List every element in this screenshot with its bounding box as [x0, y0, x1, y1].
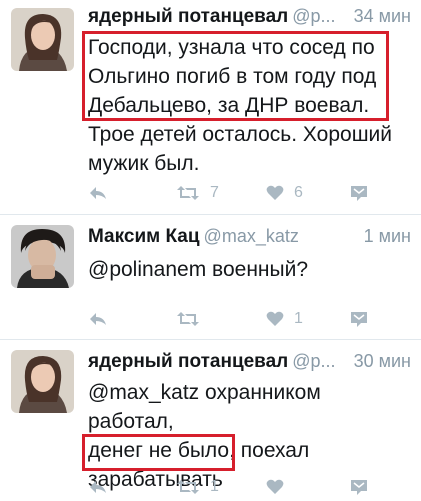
direct-message-icon [351, 312, 367, 327]
avatar[interactable] [11, 225, 74, 288]
like-button[interactable]: 1 [266, 307, 303, 331]
display-name[interactable]: ядерный потанцевал [88, 351, 288, 372]
reply-icon [90, 313, 106, 325]
user-handle[interactable]: @max_katz [204, 226, 299, 246]
like-button[interactable]: 6 [266, 181, 303, 205]
tweet-3[interactable]: ядерный потанцевал @p... 30 мин @max_katz… [0, 340, 421, 501]
direct-message-button[interactable] [350, 307, 368, 331]
retweet-count: 1 [210, 478, 219, 495]
heart-icon [266, 185, 284, 200]
reply-icon [90, 481, 106, 493]
user-handle[interactable]: @p... [292, 6, 335, 26]
like-count: 1 [294, 310, 303, 327]
tweet-actions: 1 [88, 475, 368, 499]
direct-message-button[interactable] [350, 181, 368, 205]
timestamp[interactable]: 30 мин [354, 351, 411, 372]
tweet-actions: 1 [88, 307, 368, 331]
retweet-icon [177, 186, 199, 200]
display-name[interactable]: ядерный потанцевал [88, 6, 288, 27]
retweet-icon [177, 480, 199, 494]
avatar[interactable] [11, 350, 74, 413]
retweet-button[interactable] [176, 307, 210, 331]
tweet-text: @polinanem военный? [88, 255, 407, 284]
user-avatar-image [11, 8, 74, 71]
user-avatar-image [11, 225, 74, 288]
tweet-line: @max_katz охранником работал, [88, 381, 321, 433]
retweet-count: 7 [210, 184, 219, 201]
direct-message-icon [351, 186, 367, 201]
heart-icon [266, 311, 284, 326]
highlight-box [82, 31, 389, 121]
timestamp[interactable]: 34 мин [354, 6, 411, 27]
reply-icon [90, 187, 106, 199]
retweet-icon [177, 312, 199, 326]
heart-icon [266, 479, 284, 494]
tweet-line: мужик был. [88, 152, 200, 175]
like-button[interactable] [266, 475, 294, 499]
reply-button[interactable] [88, 181, 108, 205]
tweet-line: Трое детей осталось. Хороший [88, 123, 393, 146]
avatar[interactable] [11, 8, 74, 71]
tweet-1[interactable]: ядерный потанцевал @p... 34 мин Господи, … [0, 0, 421, 214]
like-count: 6 [294, 184, 303, 201]
display-name[interactable]: Максим Кац [88, 226, 200, 247]
tweet-2[interactable]: Максим Кац @max_katz 1 мин @polinanem вое… [0, 215, 421, 339]
user-avatar-image [11, 350, 74, 413]
tweet-actions: 7 6 [88, 181, 368, 205]
retweet-button[interactable]: 1 [176, 475, 219, 499]
direct-message-button[interactable] [350, 475, 368, 499]
user-handle[interactable]: @p... [292, 351, 335, 371]
direct-message-icon [351, 480, 367, 495]
reply-button[interactable] [88, 475, 108, 499]
reply-button[interactable] [88, 307, 108, 331]
tweet-line: @polinanem военный? [88, 258, 309, 281]
retweet-button[interactable]: 7 [176, 181, 219, 205]
highlight-box [82, 434, 235, 471]
timestamp[interactable]: 1 мин [364, 226, 411, 247]
